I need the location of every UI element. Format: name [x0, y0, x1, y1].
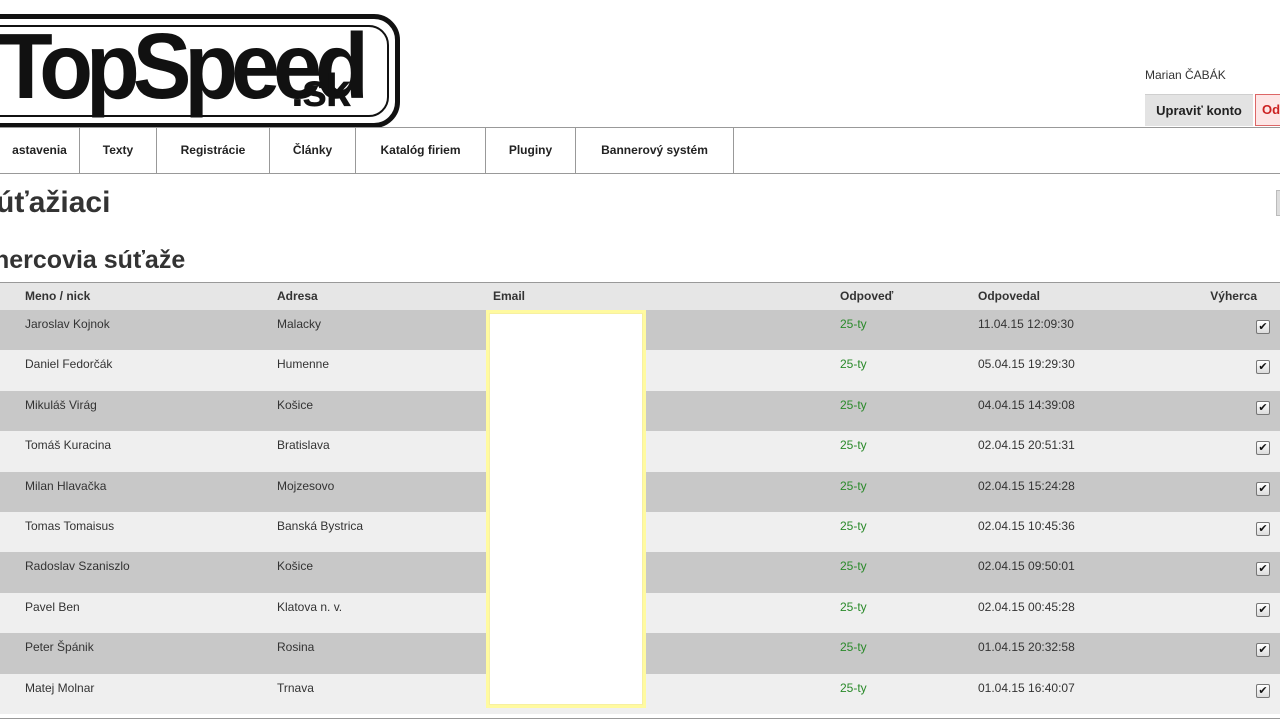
cell-address: Banská Bystrica — [277, 518, 364, 533]
email-redaction-box — [486, 310, 646, 708]
cell-answered: 02.04.15 09:50:01 — [978, 559, 1075, 574]
winner-checkbox[interactable]: ✔ — [1256, 441, 1270, 456]
nav-item-settings[interactable]: astavenia — [0, 128, 80, 173]
checkmark-icon: ✔ — [1258, 684, 1268, 697]
cell-answered: 02.04.15 15:24:28 — [978, 478, 1075, 493]
cell-answer: 25-ty — [840, 478, 867, 493]
cell-address: Trnava — [277, 680, 314, 695]
cell-name: Radoslav Szaniszlo — [25, 559, 130, 574]
page-title: úťažiaci — [0, 186, 111, 219]
cell-address: Humenne — [277, 357, 330, 372]
cell-name: Daniel Fedorčák — [25, 357, 113, 372]
checkmark-icon: ✔ — [1258, 361, 1268, 374]
cell-answered: 02.04.15 20:51:31 — [978, 438, 1075, 453]
cell-answer: 25-ty — [840, 599, 867, 614]
nav-item-banner-system[interactable]: Bannerový systém — [576, 128, 734, 173]
checkmark-icon: ✔ — [1258, 563, 1268, 576]
cell-address: Bratislava — [277, 438, 330, 453]
winner-checkbox[interactable]: ✔ — [1256, 683, 1270, 698]
cell-answer: 25-ty — [840, 518, 867, 533]
winner-checkbox[interactable]: ✔ — [1256, 400, 1270, 415]
nav-item-articles[interactable]: Články — [270, 128, 356, 173]
cell-answer: 25-ty — [840, 317, 867, 331]
cell-name: Tomas Tomaisus — [25, 518, 115, 533]
nav-item-plugins[interactable]: Pluginy — [486, 128, 576, 173]
cell-answer: 25-ty — [840, 438, 867, 453]
cell-address: Klatova n. v. — [277, 599, 343, 614]
cell-name: Tomáš Kuracina — [25, 438, 112, 453]
winner-checkbox[interactable]: ✔ — [1256, 320, 1270, 334]
logout-button[interactable]: Od — [1255, 94, 1280, 126]
checkmark-icon: ✔ — [1258, 603, 1268, 616]
checkmark-icon: ✔ — [1258, 442, 1268, 455]
main-nav: astavenia Texty Registrácie Články Katal… — [0, 127, 1280, 174]
cell-answer: 25-ty — [840, 680, 867, 695]
cell-answered: 01.04.15 16:40:07 — [978, 680, 1075, 695]
side-scroll-handle[interactable] — [1276, 190, 1280, 216]
cell-address: Košice — [277, 397, 314, 412]
cell-address: Malacky — [277, 317, 322, 331]
table-bottom-divider — [0, 717, 1280, 719]
checkmark-icon: ✔ — [1258, 482, 1268, 495]
winner-checkbox[interactable]: ✔ — [1256, 360, 1270, 375]
column-header-winner[interactable]: Výherca — [1210, 289, 1257, 303]
cell-name: Mikuláš Virág — [25, 397, 97, 412]
column-header-answer[interactable]: Odpoveď — [840, 289, 893, 303]
site-logo[interactable]: TopSpeed .sk — [0, 14, 400, 128]
cell-answered: 02.04.15 00:45:28 — [978, 599, 1075, 614]
cell-address: Košice — [277, 559, 314, 574]
column-header-name[interactable]: Meno / nick — [25, 289, 90, 303]
cell-answer: 25-ty — [840, 357, 867, 372]
checkmark-icon: ✔ — [1258, 644, 1268, 657]
column-header-address[interactable]: Adresa — [277, 289, 318, 303]
cell-answer: 25-ty — [840, 397, 867, 412]
user-name: Marian ČABÁK — [1145, 68, 1226, 82]
cell-answered: 04.04.15 14:39:08 — [978, 397, 1075, 412]
cell-name: Peter Špánik — [25, 640, 94, 655]
cell-name: Milan Hlavačka — [25, 478, 107, 493]
column-header-email[interactable]: Email — [493, 289, 525, 303]
checkmark-icon: ✔ — [1258, 321, 1268, 333]
column-header-answered[interactable]: Odpovedal — [978, 289, 1040, 303]
cell-address: Rosina — [277, 640, 315, 655]
cell-answer: 25-ty — [840, 640, 867, 655]
nav-item-registrations[interactable]: Registrácie — [157, 128, 270, 173]
nav-item-company-catalog[interactable]: Katalóg firiem — [356, 128, 486, 173]
cell-answered: 05.04.15 19:29:30 — [978, 357, 1075, 372]
table-header: Meno / nick Adresa Email Odpoveď Odpoved… — [0, 282, 1280, 310]
winner-checkbox[interactable]: ✔ — [1256, 521, 1270, 536]
winner-checkbox[interactable]: ✔ — [1256, 481, 1270, 496]
winner-checkbox[interactable]: ✔ — [1256, 562, 1270, 577]
winner-checkbox[interactable]: ✔ — [1256, 643, 1270, 658]
cell-name: Jaroslav Kojnok — [25, 317, 110, 331]
cell-address: Mojzesovo — [277, 478, 335, 493]
cell-name: Matej Molnar — [25, 680, 95, 695]
cell-answered: 02.04.15 10:45:36 — [978, 518, 1075, 533]
edit-account-button[interactable]: Upraviť konto — [1145, 94, 1253, 126]
cell-answered: 11.04.15 12:09:30 — [978, 317, 1074, 331]
checkmark-icon: ✔ — [1258, 401, 1268, 414]
cell-name: Pavel Ben — [25, 599, 80, 614]
logo-tld: .sk — [291, 64, 351, 116]
checkmark-icon: ✔ — [1258, 522, 1268, 535]
winner-checkbox[interactable]: ✔ — [1256, 602, 1270, 617]
cell-answered: 01.04.15 20:32:58 — [978, 640, 1075, 655]
section-title: hercovia súťaže — [0, 246, 186, 274]
nav-item-texts[interactable]: Texty — [80, 128, 157, 173]
cell-answer: 25-ty — [840, 559, 867, 574]
